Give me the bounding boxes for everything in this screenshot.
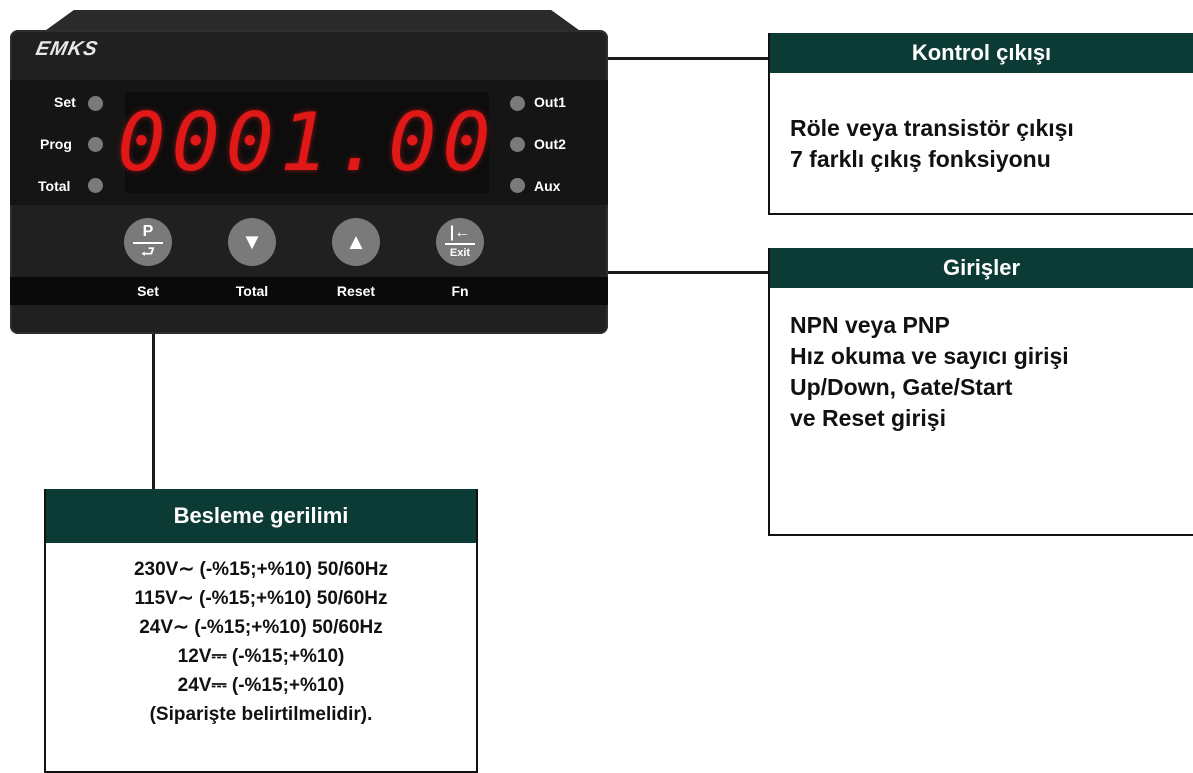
exit-label: Exit [449, 247, 471, 259]
supply-callout: Besleme gerilimi 230V∼ (-%15;+%10) 50/60… [44, 489, 478, 773]
inputs-line-4: ve Reset girişi [790, 405, 946, 431]
button-label-set: Set [137, 283, 159, 299]
display-value: 0001.00 [117, 96, 497, 189]
exit-arrow-icon: |← [449, 224, 471, 241]
connector-control-output [608, 57, 770, 60]
control-output-line-2: 7 farklı çıkış fonksiyonu [790, 146, 1051, 172]
indicator-label-out2: Out2 [534, 136, 566, 152]
fn-exit-button[interactable]: |← Exit [436, 218, 484, 266]
supply-line-2: 115V∼ (-%15;+%10) 50/60Hz [134, 588, 388, 609]
inputs-callout: Girişler NPN veya PNP Hız okuma ve sayıc… [768, 248, 1193, 536]
led-prog [88, 137, 103, 152]
supply-line-5: 24V⎓ (-%15;+%10) [177, 675, 345, 696]
brand-logo: EMKS [33, 38, 101, 60]
inputs-line-1: NPN veya PNP [790, 312, 950, 338]
button-label-strip [10, 277, 608, 305]
control-output-title: Kontrol çıkışı [770, 33, 1193, 73]
led-out2 [510, 137, 525, 152]
inputs-line-2: Hız okuma ve sayıcı girişi [790, 343, 1069, 369]
down-arrow-icon: ▼ [241, 229, 263, 254]
p-enter-icon: P [142, 223, 154, 240]
seven-segment-display: 0001.00 [117, 92, 497, 193]
supply-body: 230V∼ (-%15;+%10) 50/60Hz 115V∼ (-%15;+%… [46, 555, 476, 729]
indicator-label-total: Total [38, 178, 71, 194]
button-label-reset: Reset [336, 283, 376, 299]
indicator-label-out1: Out1 [534, 94, 566, 110]
counter-device: EMKS Set Prog Total 0001.00 Out1 Out2 Au… [10, 30, 608, 334]
inputs-line-3: Up/Down, Gate/Start [790, 374, 1013, 400]
inputs-body: NPN veya PNP Hız okuma ve sayıcı girişi … [790, 310, 1069, 434]
indicator-label-aux: Aux [534, 178, 561, 194]
return-arrow-icon: ⮐ [140, 244, 156, 261]
reset-up-button[interactable]: ▲ [332, 218, 380, 266]
led-out1 [510, 96, 525, 111]
control-output-callout: Kontrol çıkışı Röle veya transistör çıkı… [768, 33, 1193, 215]
indicator-label-set: Set [54, 94, 76, 110]
supply-line-6: (Siparişte belirtilmelidir). [149, 704, 373, 725]
supply-line-1: 230V∼ (-%15;+%10) 50/60Hz [133, 559, 389, 580]
exit-divider [445, 243, 475, 245]
connector-supply [152, 334, 155, 490]
control-output-line-1: Röle veya transistör çıkışı [790, 115, 1074, 141]
button-label-fn: Fn [451, 283, 469, 299]
button-label-total: Total [235, 283, 269, 299]
connector-inputs [608, 271, 770, 274]
total-down-button[interactable]: ▼ [228, 218, 276, 266]
supply-title: Besleme gerilimi [46, 489, 476, 543]
supply-line-4: 12V⎓ (-%15;+%10) [177, 646, 345, 667]
led-set [88, 96, 103, 111]
supply-line-3: 24V∼ (-%15;+%10) 50/60Hz [139, 617, 383, 638]
control-output-body: Röle veya transistör çıkışı 7 farklı çık… [790, 113, 1074, 175]
set-button[interactable]: P ⮐ [124, 218, 172, 266]
inputs-title: Girişler [770, 248, 1193, 288]
led-aux [510, 178, 525, 193]
led-total [88, 178, 103, 193]
up-arrow-icon: ▲ [345, 229, 367, 254]
indicator-label-prog: Prog [40, 136, 72, 152]
